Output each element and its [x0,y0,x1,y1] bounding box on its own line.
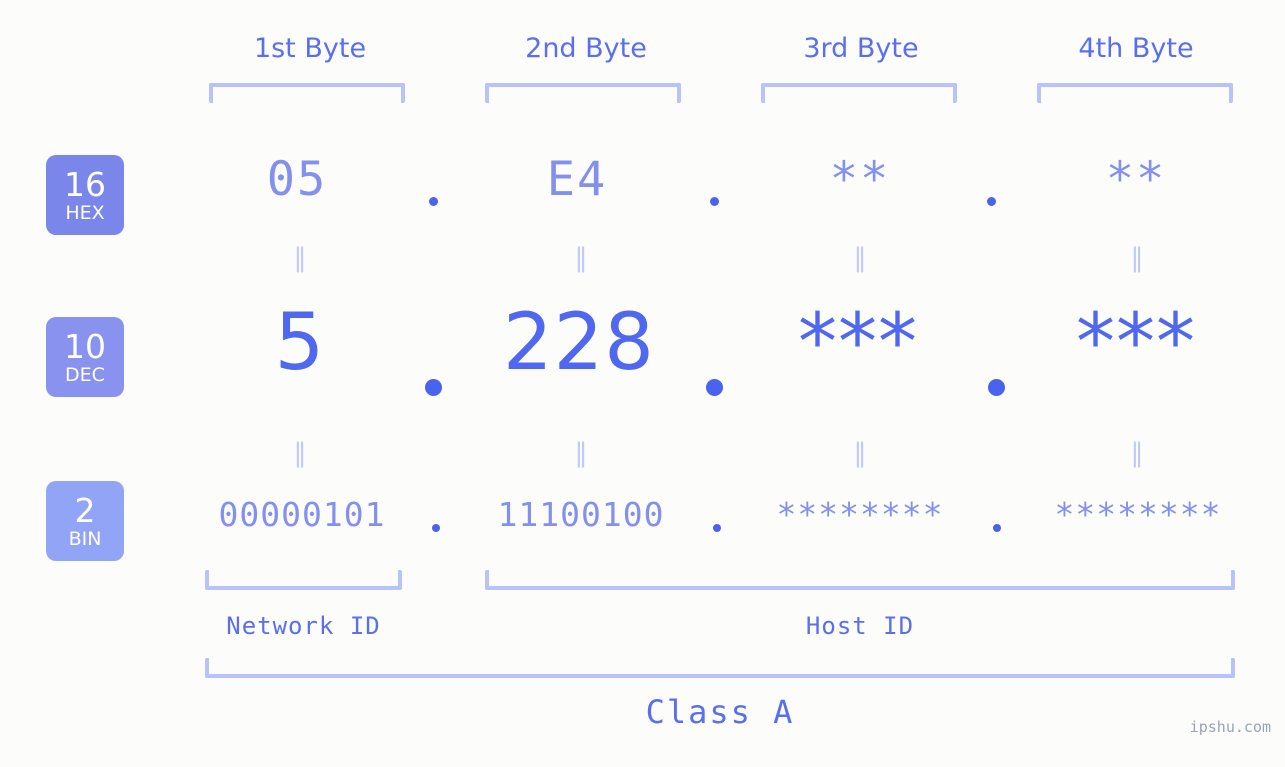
radix-badge-hex: 16 HEX [46,155,124,235]
equals-hex-dec-1: ‖ [293,243,307,273]
byte-bracket-1 [209,83,405,103]
radix-badge-bin-number: 2 [74,490,96,530]
radix-badge-hex-number: 16 [64,164,106,204]
radix-badge-hex-name: HEX [65,201,105,224]
equals-hex-dec-4: ‖ [1130,243,1144,273]
hex-byte-1: 05 [266,152,328,207]
hex-separator-dot-3 [987,197,996,206]
radix-badge-bin: 2 BIN [46,481,124,561]
host-id-bracket [485,570,1235,590]
byte-header-4: 4th Byte [1078,33,1194,64]
equals-dec-bin-4: ‖ [1130,438,1144,468]
bin-separator-dot-1 [432,524,440,532]
bin-separator-dot-2 [713,524,721,532]
bin-byte-4: ******** [1054,495,1222,534]
network-id-bracket [205,570,402,590]
dec-separator-dot-1 [425,379,442,396]
class-label: Class A [645,693,795,731]
hex-separator-dot-1 [429,197,438,206]
equals-hex-dec-3: ‖ [853,243,867,273]
bin-byte-3: ******** [776,495,944,534]
byte-header-3: 3rd Byte [803,33,919,64]
dec-byte-2: 228 [503,298,655,388]
radix-badge-bin-name: BIN [68,527,102,550]
bin-byte-2: 11100100 [497,495,665,534]
ip-address-breakdown-diagram: 1st Byte 2nd Byte 3rd Byte 4th Byte 16 H… [0,0,1285,767]
host-id-label: Host ID [805,612,915,640]
radix-badge-dec: 10 DEC [46,317,124,397]
byte-bracket-4 [1037,83,1233,103]
hex-separator-dot-2 [710,197,719,206]
equals-dec-bin-3: ‖ [853,438,867,468]
dec-separator-dot-3 [988,379,1005,396]
equals-dec-bin-2: ‖ [574,438,588,468]
site-watermark: ipshu.com [1189,718,1271,736]
bin-separator-dot-3 [993,524,1001,532]
dec-byte-4: *** [1076,298,1196,388]
network-id-label: Network ID [226,612,381,640]
bin-byte-1: 00000101 [218,495,386,534]
dec-byte-1: 5 [274,298,326,388]
dec-byte-3: *** [798,298,918,388]
byte-bracket-3 [761,83,957,103]
dec-separator-dot-2 [706,379,723,396]
class-bracket [205,658,1235,678]
radix-badge-dec-name: DEC [65,363,105,386]
radix-badge-dec-number: 10 [64,326,106,366]
byte-header-2: 2nd Byte [525,33,647,64]
byte-header-1: 1st Byte [253,33,367,64]
equals-hex-dec-2: ‖ [574,243,588,273]
hex-byte-4: ** [1105,152,1167,207]
hex-byte-2: E4 [546,152,608,207]
equals-dec-bin-1: ‖ [293,438,307,468]
byte-bracket-2 [485,83,681,103]
hex-byte-3: ** [829,152,891,207]
